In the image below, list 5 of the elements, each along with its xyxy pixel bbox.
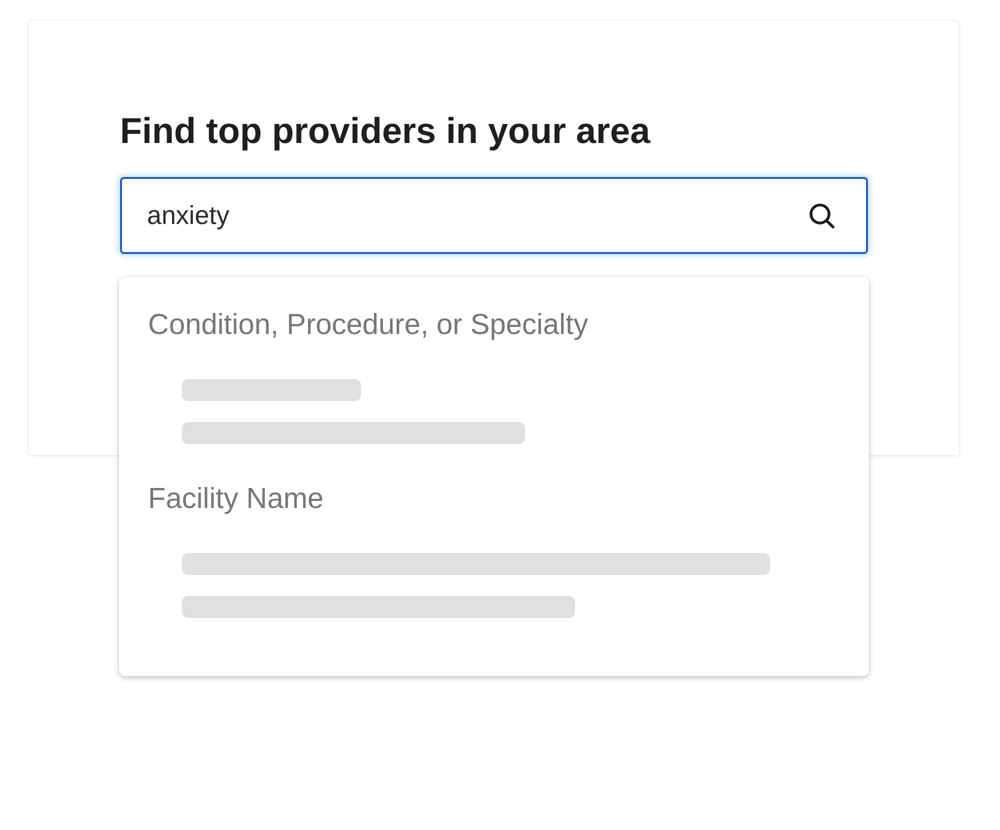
card-title: Find top providers in your area <box>120 110 650 152</box>
search-field[interactable]: anxiety <box>120 177 868 254</box>
section-heading: Facility Name <box>148 482 324 516</box>
search-icon[interactable] <box>808 202 836 230</box>
section-heading: Condition, Procedure, or Specialty <box>148 308 588 342</box>
